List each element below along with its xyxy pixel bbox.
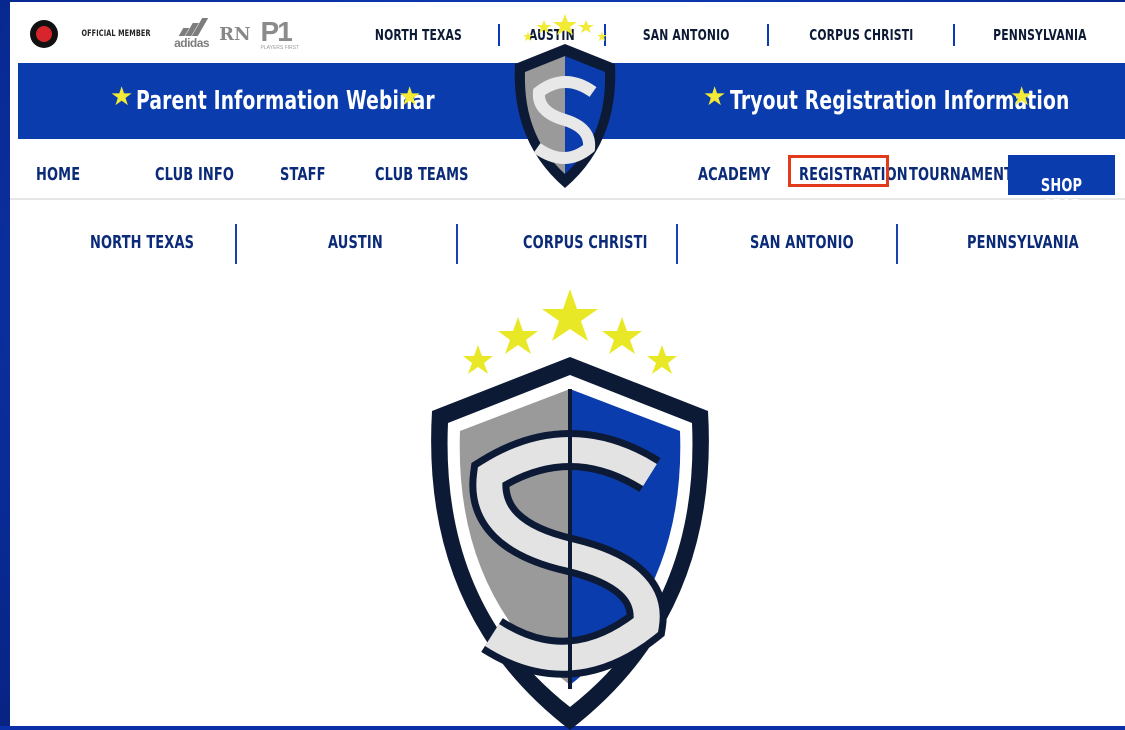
divider: [896, 224, 898, 264]
adidas-logo[interactable]: adidas: [174, 18, 210, 50]
soccer-ball-icon: [30, 20, 58, 48]
p1-logo[interactable]: P1 PLAYERS FIRST: [260, 15, 300, 51]
subnav-corpus-christi[interactable]: CORPUS CHRISTI: [523, 232, 696, 253]
divider: [456, 224, 458, 264]
sub-region-nav: NORTH TEXAS AUSTIN CORPUS CHRISTI SAN AN…: [10, 220, 1125, 268]
star-icon: ★: [703, 81, 727, 111]
star-icon: ★: [1010, 81, 1034, 111]
subnav-label: SAN ANTONIO: [750, 232, 854, 253]
tryout-registration-link[interactable]: Tryout Registration Information: [730, 85, 1125, 116]
region-link-pennsylvania[interactable]: PENNSYLVANIA: [953, 24, 1125, 46]
club-logo-small[interactable]: [503, 12, 627, 198]
nav-staff[interactable]: STAFF: [280, 164, 343, 185]
nav-label: STAFF: [280, 164, 326, 185]
shop-gear-button[interactable]: SHOP GEAR: [1008, 155, 1115, 217]
subnav-label: AUSTIN: [328, 232, 383, 253]
club-shield-logo: [431, 289, 709, 730]
subnav-label: PENNSYLVANIA: [967, 232, 1079, 253]
star-icons: [523, 14, 607, 41]
nav-label: TOURNAMENTS: [909, 164, 1023, 185]
subnav-pennsylvania[interactable]: PENNSYLVANIA: [967, 232, 1122, 253]
subnav-label: NORTH TEXAS: [90, 232, 195, 253]
nav-label: HOME: [36, 164, 81, 185]
subnav-north-texas[interactable]: NORTH TEXAS: [90, 232, 235, 253]
nav-label: ACADEMY: [698, 164, 771, 185]
region-label: SAN ANTONIO: [642, 26, 730, 44]
rn-logo[interactable]: RN: [219, 24, 250, 45]
subnav-austin[interactable]: AUSTIN: [328, 232, 404, 253]
partner-logos: OFFICIAL MEMBER adidas RN P1 PLAYERS FIR…: [30, 14, 299, 54]
star-icon: ★: [398, 81, 422, 111]
region-link-san-antonio[interactable]: SAN ANTONIO: [604, 24, 766, 46]
p1-wordmark: P1: [260, 15, 293, 47]
nav-home[interactable]: HOME: [36, 164, 97, 185]
web-page: OFFICIAL MEMBER adidas RN P1 PLAYERS FIR…: [10, 2, 1125, 730]
nav-academy[interactable]: ACADEMY: [698, 164, 799, 185]
nav-label: CLUB INFO: [155, 164, 235, 185]
official-member-label: OFFICIAL MEMBER: [81, 29, 151, 39]
star-icon: ★: [110, 81, 134, 111]
region-link-north-texas[interactable]: NORTH TEXAS: [338, 24, 499, 46]
parent-webinar-link[interactable]: Parent Information Webinar: [136, 85, 551, 116]
subnav-san-antonio[interactable]: SAN ANTONIO: [750, 232, 894, 253]
link-label: Parent Information Webinar: [136, 86, 435, 116]
region-link-corpus-christi[interactable]: CORPUS CHRISTI: [766, 24, 954, 46]
p1-tagline: PLAYERS FIRST: [260, 44, 300, 51]
divider: [676, 224, 678, 264]
region-nav-top: NORTH TEXAS AUSTIN SAN ANTONIO CORPUS CH…: [338, 24, 1125, 46]
region-label: NORTH TEXAS: [374, 26, 462, 44]
registration-highlight-box: [788, 155, 889, 187]
region-label: CORPUS CHRISTI: [808, 26, 913, 44]
subnav-label: CORPUS CHRISTI: [523, 232, 648, 253]
divider: [235, 224, 237, 264]
button-label: SHOP GEAR: [1040, 175, 1083, 217]
nav-label: CLUB TEAMS: [375, 164, 469, 185]
region-label: PENNSYLVANIA: [993, 26, 1087, 44]
adidas-wordmark: adidas: [174, 36, 210, 50]
nav-club-teams[interactable]: CLUB TEAMS: [375, 164, 505, 185]
adidas-stripes-icon: [178, 18, 208, 36]
nav-club-info[interactable]: CLUB INFO: [155, 164, 265, 185]
